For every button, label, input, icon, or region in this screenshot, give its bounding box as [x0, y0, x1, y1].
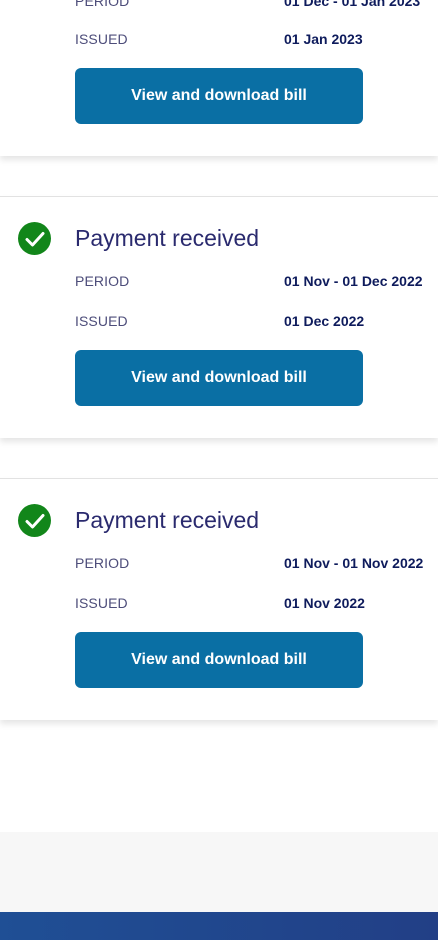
bill-card-header: Payment received [0, 197, 438, 277]
issued-value: 01 Dec 2022 [284, 313, 365, 329]
view-download-bill-button[interactable]: View and download bill [75, 632, 363, 688]
issued-value: 01 Jan 2023 [284, 31, 363, 47]
period-label: PERIOD [75, 555, 130, 571]
view-download-bill-button[interactable]: View and download bill [75, 350, 363, 406]
issued-value: 01 Nov 2022 [284, 595, 365, 611]
issued-row: ISSUED 01 Nov 2022 [75, 593, 438, 613]
page-spacer [0, 832, 438, 912]
issued-label: ISSUED [75, 31, 128, 47]
period-row: PERIOD 01 Dec - 01 Jan 2023 [75, 0, 438, 11]
period-label: PERIOD [75, 273, 130, 289]
period-value: 01 Nov - 01 Dec 2022 [284, 273, 423, 289]
bill-card: Payment received PERIOD 01 Nov - 01 Nov … [0, 478, 438, 720]
issued-label: ISSUED [75, 595, 128, 611]
bill-card: Payment received PERIOD 01 Nov - 01 Dec … [0, 196, 438, 438]
issued-row: ISSUED 01 Jan 2023 [75, 29, 438, 49]
period-row: PERIOD 01 Nov - 01 Nov 2022 [75, 553, 438, 573]
issued-label: ISSUED [75, 313, 128, 329]
period-value: 01 Nov - 01 Nov 2022 [284, 555, 424, 571]
view-download-bill-button[interactable]: View and download bill [75, 68, 363, 124]
check-circle-icon [18, 504, 51, 537]
footer [0, 912, 438, 940]
issued-row: ISSUED 01 Dec 2022 [75, 311, 438, 331]
period-row: PERIOD 01 Nov - 01 Dec 2022 [75, 271, 438, 291]
check-circle-icon [18, 222, 51, 255]
payment-status-title: Payment received [75, 507, 260, 533]
period-value: 01 Dec - 01 Jan 2023 [284, 0, 421, 9]
period-label: PERIOD [75, 0, 130, 9]
payment-status-title: Payment received [75, 225, 260, 251]
bill-card-header: Payment received [0, 479, 438, 559]
bill-card: PERIOD 01 Dec - 01 Jan 2023 ISSUED 01 Ja… [0, 0, 438, 156]
